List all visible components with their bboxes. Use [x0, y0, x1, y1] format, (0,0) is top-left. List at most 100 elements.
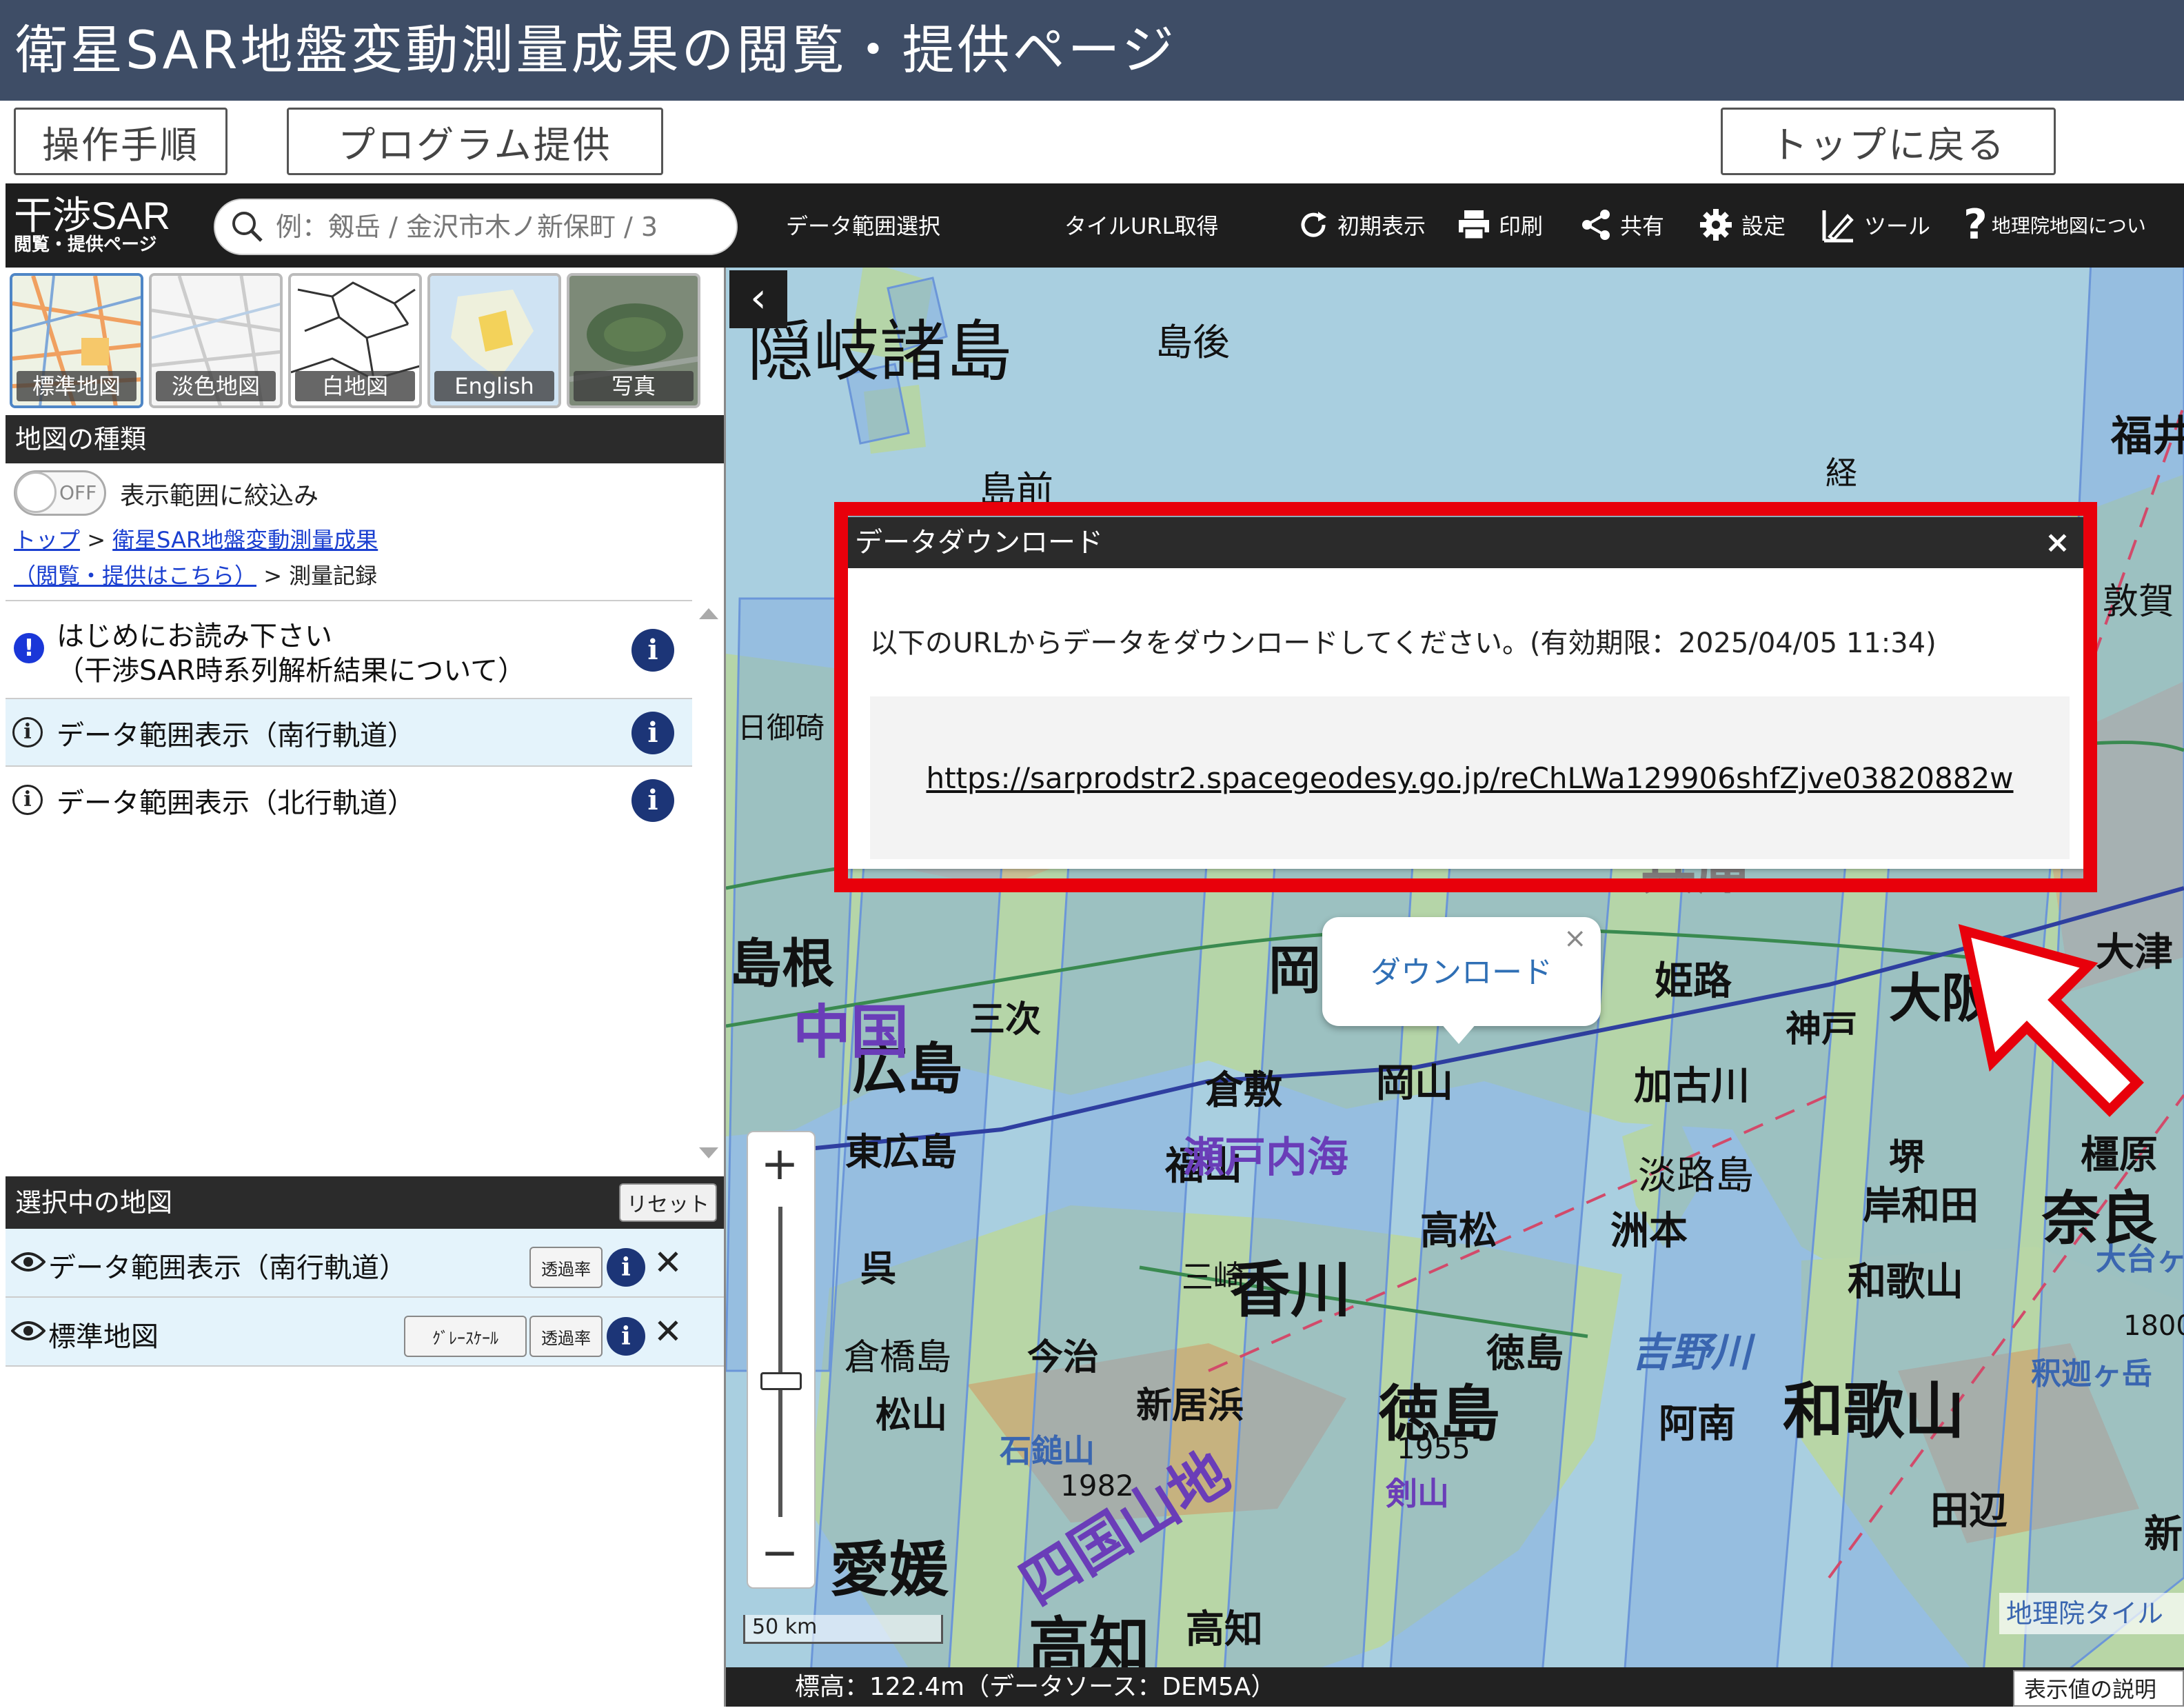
map-label: 新: [2144, 1512, 2183, 1557]
map-label: 敦賀: [2103, 581, 2175, 623]
map-label: 高松: [1420, 1209, 1497, 1254]
info-button[interactable]: i: [631, 712, 674, 754]
map-label: 松山: [876, 1395, 948, 1436]
map-label: 呉: [860, 1249, 897, 1290]
scroll-down-arrow[interactable]: [699, 1147, 718, 1158]
map-label: 1800: [2123, 1310, 2184, 1342]
map-label: 高知: [1186, 1607, 1263, 1652]
map-label: 愛媛: [830, 1536, 949, 1605]
eye-icon[interactable]: [11, 1318, 46, 1343]
info-button[interactable]: i: [607, 1317, 645, 1356]
eye-icon[interactable]: [11, 1249, 46, 1274]
info-button[interactable]: i: [607, 1248, 645, 1287]
remove-map-button[interactable]: ✕: [654, 1312, 682, 1352]
map-label: 釈迦ヶ岳: [2031, 1356, 2152, 1391]
toggle-knob[interactable]: [15, 472, 57, 513]
map-label: 今治: [1027, 1337, 1100, 1378]
map-label: 倉敷: [1205, 1068, 1282, 1113]
reset-view-menu[interactable]: 初期表示: [1296, 204, 1426, 245]
basemap-english-thumb[interactable]: English: [427, 273, 561, 408]
selected-map-label: データ範囲表示（南行軌道）: [48, 1252, 407, 1284]
popup-close-button[interactable]: ×: [1564, 923, 1587, 954]
toggle-state: OFF: [59, 481, 97, 504]
scroll-up-arrow[interactable]: [699, 608, 718, 619]
data-range-select-menu[interactable]: データ範囲選択: [786, 204, 940, 245]
settings-label: 設定: [1741, 213, 1786, 239]
zoom-slider-track[interactable]: [778, 1207, 782, 1517]
map-label: 阿南: [1659, 1402, 1736, 1447]
map-attribution[interactable]: 地理院タイル: [1999, 1593, 2184, 1634]
back-to-top-button[interactable]: トップに戻る: [1721, 108, 2056, 175]
info-outline-icon: i: [12, 785, 43, 815]
print-menu[interactable]: 印刷: [1456, 204, 1543, 245]
search-input[interactable]: [274, 211, 718, 243]
grayscale-button[interactable]: ｸﾞﾚｰｽｹｰﾙ: [404, 1316, 527, 1357]
gsi-map-about-menu[interactable]: ? 地理院地図につい: [1963, 201, 2146, 249]
map-label: 和歌山: [1848, 1260, 1963, 1305]
breadcrumb-sar-link[interactable]: 衛星SAR地盤変動測量成果: [112, 527, 378, 553]
list-item-title: データ範囲表示（南行軌道）: [57, 720, 415, 752]
info-button[interactable]: i: [631, 779, 674, 822]
display-value-help-button[interactable]: 表示値の説明: [2013, 1670, 2184, 1707]
opacity-button[interactable]: 透過率: [529, 1316, 603, 1357]
gear-icon: [1700, 209, 1732, 241]
logo-main-text: 干渉SAR: [14, 194, 171, 237]
collapse-panel-button[interactable]: ‹: [729, 270, 787, 328]
map-label: 石鎚山: [1000, 1432, 1095, 1469]
map-label: 田辺: [1930, 1489, 2008, 1534]
basemap-selector: 標準地図 淡色地図 白地図 English 写真: [10, 273, 720, 411]
map-label: 福井: [2111, 412, 2184, 461]
breadcrumb: トップ > 衛星SAR地盤変動測量成果: [14, 523, 378, 554]
highlight-frame: [834, 502, 2097, 892]
scrollbar[interactable]: [695, 604, 722, 1163]
info-outline-icon: i: [12, 717, 43, 747]
map-label: 日御碕: [738, 711, 825, 745]
map-label: 岸和田: [1863, 1184, 1979, 1229]
zoom-out-button[interactable]: −: [747, 1525, 813, 1585]
map-label: 経: [1826, 454, 1857, 492]
app-logo[interactable]: 干渉SAR 閲覧・提供ページ: [14, 194, 171, 256]
filter-toggle-label: 表示範囲に絞込み: [120, 482, 319, 510]
map-label: 三崎: [1182, 1258, 1245, 1296]
download-link[interactable]: ダウンロード: [1322, 947, 1601, 992]
zoom-slider-handle[interactable]: [760, 1372, 802, 1390]
reset-view-label: 初期表示: [1337, 213, 1426, 239]
map-label: 神戸: [1786, 1009, 1858, 1050]
breadcrumb-top-link[interactable]: トップ: [14, 527, 80, 553]
opacity-button[interactable]: 透過率: [529, 1247, 603, 1288]
search-box[interactable]: [214, 199, 738, 255]
basemap-pale-thumb[interactable]: 淡色地図: [149, 273, 283, 408]
tools-label: ツール: [1864, 213, 1931, 239]
basemap-label: 写真: [574, 371, 694, 401]
tools-menu[interactable]: ツール: [1820, 204, 1930, 245]
left-panel: [6, 268, 726, 1707]
share-icon: [1582, 210, 1610, 240]
settings-menu[interactable]: 設定: [1697, 204, 1786, 245]
program-button[interactable]: プログラム提供: [287, 108, 663, 175]
map-label: 和歌山: [1783, 1376, 1965, 1447]
map-label: 東広島: [845, 1130, 957, 1174]
list-item[interactable]: ! はじめにお読み下さい （干渉SAR時系列解析結果について） i: [6, 600, 692, 699]
basemap-standard-thumb[interactable]: 標準地図: [10, 273, 143, 408]
basemap-blank-thumb[interactable]: 白地図: [288, 273, 422, 408]
info-button[interactable]: i: [631, 629, 674, 672]
map-label: 瀬戸内海: [1183, 1134, 1348, 1182]
selected-map-row: データ範囲表示（南行軌道） 透過率 i ✕: [6, 1229, 724, 1298]
print-label: 印刷: [1499, 213, 1544, 239]
list-item-subtitle: （干渉SAR時系列解析結果について）: [57, 655, 526, 687]
list-item[interactable]: i データ範囲表示（南行軌道） i: [6, 699, 692, 767]
reset-button[interactable]: リセット: [619, 1183, 717, 1222]
breadcrumb-separator: >: [263, 563, 282, 589]
map-label: 大台ヶ: [2096, 1242, 2184, 1277]
tile-url-menu[interactable]: タイルURL取得: [1064, 204, 1219, 245]
basemap-label: 淡色地図: [156, 371, 276, 401]
manual-button[interactable]: 操作手順: [14, 108, 228, 175]
print-icon: [1459, 210, 1489, 241]
share-menu[interactable]: 共有: [1579, 204, 1664, 245]
list-item[interactable]: i データ範囲表示（北行軌道） i: [6, 767, 692, 834]
breadcrumb-sar-link-cont[interactable]: （閲覧・提供はこちら）: [14, 563, 256, 589]
logo-sub-text: 閲覧・提供ページ: [14, 234, 157, 255]
basemap-photo-thumb[interactable]: 写真: [567, 273, 700, 408]
zoom-in-button[interactable]: +: [747, 1131, 813, 1197]
remove-map-button[interactable]: ✕: [654, 1243, 682, 1283]
